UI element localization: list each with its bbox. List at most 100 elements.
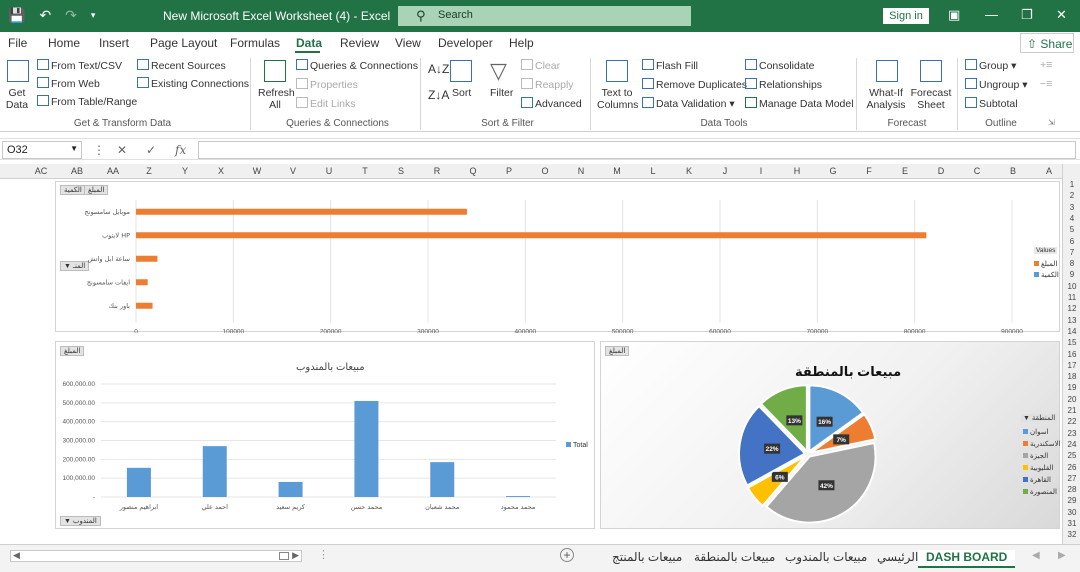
- undo-icon[interactable]: ↶: [39, 7, 51, 24]
- sign-in-button[interactable]: Sign in: [883, 8, 929, 24]
- column-header[interactable]: D: [926, 166, 956, 176]
- edit-links-button[interactable]: Edit Links: [296, 97, 356, 110]
- column-header[interactable]: S: [386, 166, 416, 176]
- restore-icon[interactable]: ❐: [1021, 7, 1033, 23]
- column-header[interactable]: E: [890, 166, 920, 176]
- sheet-tab-region-sales[interactable]: مبيعات بالمنطقة: [694, 550, 775, 564]
- column-header[interactable]: AC: [26, 166, 56, 176]
- search-box[interactable]: ⚲ Search: [398, 6, 691, 26]
- existing-connections-button[interactable]: Existing Connections: [137, 77, 249, 90]
- tab-review[interactable]: Review: [340, 36, 379, 50]
- worksheet[interactable]: الكمية المبلغ ▼ المنـ 0 100000 200000 30000…: [0, 179, 1062, 544]
- row-header[interactable]: 25: [1063, 451, 1080, 460]
- column-header[interactable]: V: [278, 166, 308, 176]
- column-header[interactable]: X: [206, 166, 236, 176]
- queries-connections-button[interactable]: Queries & Connections: [296, 59, 418, 72]
- column-header[interactable]: A: [1034, 166, 1064, 176]
- manage-data-model-button[interactable]: Manage Data Model: [745, 97, 854, 110]
- column-header[interactable]: W: [242, 166, 272, 176]
- sheet-tab-salesperson-sales[interactable]: مبيعات بالمندوب: [785, 550, 867, 564]
- scroll-right-icon[interactable]: ▶: [292, 550, 299, 561]
- column-header[interactable]: AA: [98, 166, 128, 176]
- axis-field-button-salesperson[interactable]: ▼ المندوب: [60, 516, 101, 526]
- flash-fill-button[interactable]: Flash Fill: [642, 59, 698, 72]
- sort-descending-icon[interactable]: Z↓A: [428, 88, 449, 102]
- properties-button[interactable]: Properties: [296, 78, 358, 91]
- row-header[interactable]: 10: [1063, 282, 1080, 291]
- remove-duplicates-button[interactable]: Remove Duplicates: [642, 78, 747, 91]
- consolidate-button[interactable]: Consolidate: [745, 59, 814, 72]
- row-header[interactable]: 4: [1063, 214, 1080, 223]
- column-header[interactable]: P: [494, 166, 524, 176]
- row-header[interactable]: 9: [1063, 270, 1080, 279]
- what-if-analysis-button[interactable]: What-If Analysis: [863, 87, 909, 111]
- column-header[interactable]: M: [602, 166, 632, 176]
- row-header[interactable]: 27: [1063, 474, 1080, 483]
- row-header[interactable]: 26: [1063, 463, 1080, 472]
- row-header[interactable]: 1: [1063, 180, 1080, 189]
- row-header[interactable]: 2: [1063, 191, 1080, 200]
- row-header[interactable]: 8: [1063, 259, 1080, 268]
- row-header[interactable]: 20: [1063, 395, 1080, 404]
- row-header[interactable]: 30: [1063, 508, 1080, 517]
- row-header[interactable]: 6: [1063, 237, 1080, 246]
- tab-formulas[interactable]: Formulas: [230, 36, 280, 50]
- row-header[interactable]: 32: [1063, 530, 1080, 539]
- subtotal-button[interactable]: Subtotal: [965, 97, 1018, 110]
- salesperson-sales-chart[interactable]: المبلغ مبيعات بالمندوب -100,000.00 200,00…: [55, 341, 595, 529]
- sort-ascending-icon[interactable]: A↓Z: [428, 62, 449, 76]
- tab-scroll-right-icon[interactable]: ▶: [1058, 550, 1066, 561]
- scroll-left-icon[interactable]: ◀: [13, 550, 20, 561]
- from-web-button[interactable]: From Web: [37, 77, 100, 90]
- row-header[interactable]: 23: [1063, 429, 1080, 438]
- enter-icon[interactable]: ✓: [146, 143, 156, 157]
- row-header[interactable]: 31: [1063, 519, 1080, 528]
- forecast-sheet-button[interactable]: Forecast Sheet: [910, 87, 952, 111]
- tab-file[interactable]: File: [8, 36, 27, 50]
- relationships-button[interactable]: Relationships: [745, 78, 822, 91]
- row-header[interactable]: 21: [1063, 406, 1080, 415]
- column-header[interactable]: N: [566, 166, 596, 176]
- share-button[interactable]: ⇧ Share: [1020, 33, 1074, 53]
- tab-page-layout[interactable]: Page Layout: [150, 36, 217, 50]
- column-header[interactable]: O: [530, 166, 560, 176]
- tab-view[interactable]: View: [395, 36, 421, 50]
- advanced-button[interactable]: Advanced: [521, 97, 582, 110]
- group-button[interactable]: Group ▾: [965, 59, 1016, 72]
- column-header[interactable]: F: [854, 166, 884, 176]
- column-header[interactable]: J: [710, 166, 740, 176]
- tab-data[interactable]: Data: [296, 36, 322, 50]
- row-header[interactable]: 22: [1063, 417, 1080, 426]
- row-header[interactable]: 5: [1063, 225, 1080, 234]
- column-header[interactable]: Z: [134, 166, 164, 176]
- ribbon-display-icon[interactable]: ▣: [948, 7, 960, 23]
- data-validation-button[interactable]: Data Validation ▾: [642, 97, 735, 110]
- filter-button[interactable]: Filter: [490, 87, 513, 99]
- row-header[interactable]: 14: [1063, 327, 1080, 336]
- refresh-all-button[interactable]: Refresh All: [258, 87, 295, 111]
- column-header[interactable]: AB: [62, 166, 92, 176]
- column-header[interactable]: I: [746, 166, 776, 176]
- row-header[interactable]: 18: [1063, 372, 1080, 381]
- reapply-button[interactable]: Reapply: [521, 78, 574, 91]
- tab-home[interactable]: Home: [48, 36, 80, 50]
- column-header[interactable]: C: [962, 166, 992, 176]
- sheet-tab-dashboard[interactable]: DASH BOARD: [918, 550, 1016, 568]
- dialog-launcher-icon[interactable]: ⇲: [1048, 118, 1055, 127]
- column-header[interactable]: B: [998, 166, 1028, 176]
- horizontal-scrollbar[interactable]: ◀ ▶: [10, 550, 302, 562]
- column-header[interactable]: G: [818, 166, 848, 176]
- redo-icon[interactable]: ↷: [65, 7, 77, 24]
- column-header[interactable]: R: [422, 166, 452, 176]
- from-table-range-button[interactable]: From Table/Range: [37, 95, 137, 108]
- text-to-columns-button[interactable]: Text to Columns: [597, 87, 638, 111]
- product-sales-chart[interactable]: الكمية المبلغ ▼ المنـ 0 100000 200000 30000…: [55, 181, 1060, 333]
- formula-input[interactable]: [198, 141, 1076, 159]
- minimize-icon[interactable]: —: [985, 7, 998, 22]
- column-header[interactable]: Y: [170, 166, 200, 176]
- tab-insert[interactable]: Insert: [99, 36, 129, 50]
- column-header[interactable]: H: [782, 166, 812, 176]
- column-header[interactable]: Q: [458, 166, 488, 176]
- column-header[interactable]: K: [674, 166, 704, 176]
- row-header[interactable]: 28: [1063, 485, 1080, 494]
